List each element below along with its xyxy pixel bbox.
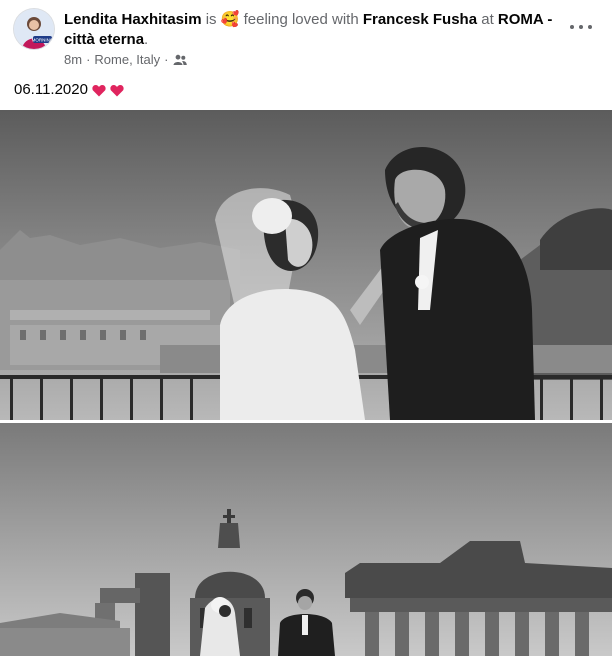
post-header: Lendita Haxhitasim is 🥰 feeling loved wi… xyxy=(64,10,564,50)
at-text: at xyxy=(481,11,494,28)
post-time[interactable]: 8m xyxy=(64,52,82,68)
more-options-button[interactable] xyxy=(570,20,592,34)
friends-icon[interactable] xyxy=(173,54,187,66)
author-avatar[interactable]: MORNING xyxy=(14,9,54,49)
header-period: . xyxy=(144,31,149,48)
heart-icon xyxy=(110,84,124,96)
feeling-text: feeling loved with xyxy=(243,11,359,28)
dot xyxy=(579,25,583,29)
post-photo-2[interactable] xyxy=(0,423,612,656)
dot xyxy=(588,25,592,29)
post-caption: 06.11.2020 xyxy=(14,80,124,100)
heart-icon xyxy=(92,84,106,96)
post-photo-1[interactable] xyxy=(0,110,612,420)
tagged-person[interactable]: Francesk Fusha xyxy=(363,11,477,28)
is-text: is xyxy=(205,11,217,28)
dot xyxy=(570,25,574,29)
meta-dot: · xyxy=(86,52,91,67)
feeling-emoji: 🥰 xyxy=(220,11,240,28)
post-location[interactable]: Rome, Italy xyxy=(94,52,160,68)
author-name[interactable]: Lendita Haxhitasim xyxy=(64,11,202,28)
feed-post: MORNING Lendita Haxhitasim is 🥰 feeling … xyxy=(0,0,612,656)
meta-dot: · xyxy=(164,52,169,67)
post-meta: 8m · Rome, Italy · xyxy=(64,52,187,68)
avatar-badge: MORNING xyxy=(32,38,54,43)
caption-text: 06.11.2020 xyxy=(14,81,88,98)
